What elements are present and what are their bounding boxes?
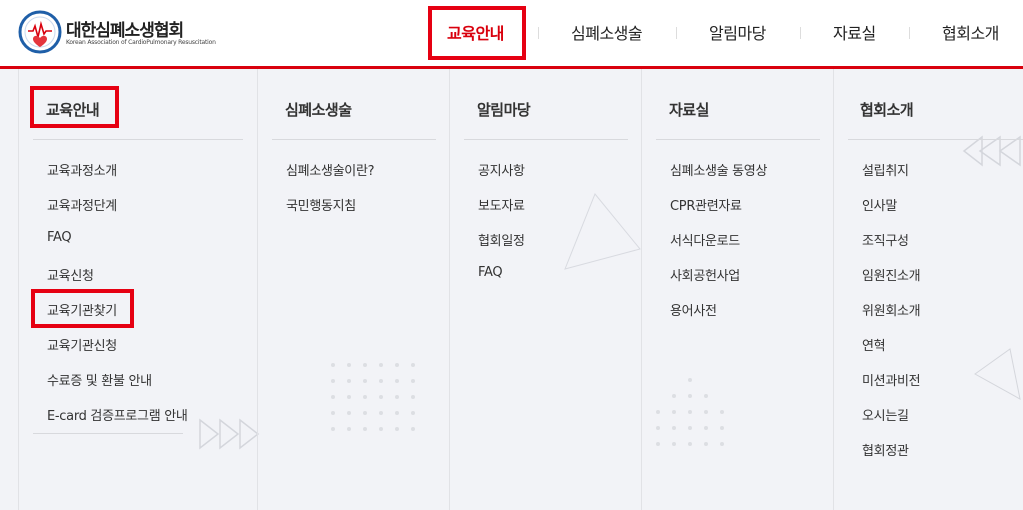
submenu-item[interactable]: 공지사항 bbox=[478, 160, 525, 179]
submenu-item[interactable]: 보도자료 bbox=[478, 195, 525, 214]
divider bbox=[33, 139, 243, 140]
submenu-item[interactable]: 교육과정단계 bbox=[47, 195, 117, 214]
submenu-item[interactable]: 용어사전 bbox=[670, 300, 717, 319]
gnb-separator bbox=[909, 27, 910, 39]
submenu-item[interactable]: 교육신청 bbox=[47, 265, 94, 284]
submenu-item[interactable]: FAQ bbox=[47, 230, 72, 245]
submenu-item[interactable]: 인사말 bbox=[862, 195, 897, 214]
submenu-item[interactable]: 교육과정소개 bbox=[47, 160, 117, 179]
menu-column-resources: 자료실 심폐소생술 동영상 CPR관련자료 서식다운로드 사회공헌사업 용어사전 bbox=[641, 69, 833, 510]
gnb-separator bbox=[538, 27, 539, 39]
submenu-item[interactable]: 협회일정 bbox=[478, 230, 525, 249]
highlight-box-column-title bbox=[30, 86, 119, 128]
submenu-item[interactable]: 심폐소생술이란? bbox=[286, 160, 375, 179]
highlight-box-gnb-education bbox=[428, 6, 526, 60]
submenu-item[interactable]: 연혁 bbox=[862, 335, 886, 354]
submenu-item[interactable]: 수료증 및 환불 안내 bbox=[47, 370, 152, 389]
submenu-item[interactable]: E-card 검증프로그램 안내 bbox=[47, 405, 188, 424]
submenu-item[interactable]: 미션과비전 bbox=[862, 370, 921, 389]
divider bbox=[272, 139, 436, 140]
menu-column-cpr: 심폐소생술 심폐소생술이란? 국민행동지침 bbox=[257, 69, 449, 510]
submenu-item[interactable]: 조직구성 bbox=[862, 230, 909, 249]
menu-column-about: 협회소개 설립취지 인사말 조직구성 임원진소개 위원회소개 연혁 미션과비전 … bbox=[833, 69, 1023, 510]
gnb-item-cpr[interactable]: 심폐소생술 bbox=[571, 20, 643, 44]
submenu-item[interactable]: FAQ bbox=[478, 265, 503, 280]
submenu-item[interactable]: 임원진소개 bbox=[862, 265, 921, 284]
submenu-item[interactable]: 서식다운로드 bbox=[670, 230, 740, 249]
column-title[interactable]: 자료실 bbox=[669, 99, 709, 120]
divider bbox=[33, 433, 183, 434]
submenu-item[interactable]: 사회공헌사업 bbox=[670, 265, 740, 284]
submenu-item[interactable]: 심폐소생술 동영상 bbox=[670, 160, 767, 179]
divider bbox=[656, 139, 820, 140]
gnb-item-about[interactable]: 협회소개 bbox=[942, 20, 999, 44]
submenu-item[interactable]: 협회정관 bbox=[862, 440, 909, 459]
submenu-item[interactable]: 교육기관신청 bbox=[47, 335, 117, 354]
column-title[interactable]: 협회소개 bbox=[860, 99, 914, 120]
gnb-separator bbox=[676, 27, 677, 39]
gnb-item-resources[interactable]: 자료실 bbox=[833, 20, 876, 44]
divider bbox=[848, 139, 1023, 140]
gnb-item-notice[interactable]: 알림마당 bbox=[709, 20, 766, 44]
column-title[interactable]: 심폐소생술 bbox=[285, 99, 352, 120]
highlight-box-find-institution bbox=[31, 289, 134, 328]
gnb-separator bbox=[800, 27, 801, 39]
submenu-item[interactable]: CPR관련자료 bbox=[670, 195, 742, 214]
divider bbox=[464, 139, 628, 140]
column-title[interactable]: 알림마당 bbox=[477, 99, 531, 120]
submenu-item[interactable]: 오시는길 bbox=[862, 405, 909, 424]
submenu-item[interactable]: 국민행동지침 bbox=[286, 195, 356, 214]
submenu-item[interactable]: 위원회소개 bbox=[862, 300, 921, 319]
menu-column-notice: 알림마당 공지사항 보도자료 협회일정 FAQ bbox=[449, 69, 641, 510]
submenu-item[interactable]: 설립취지 bbox=[862, 160, 909, 179]
